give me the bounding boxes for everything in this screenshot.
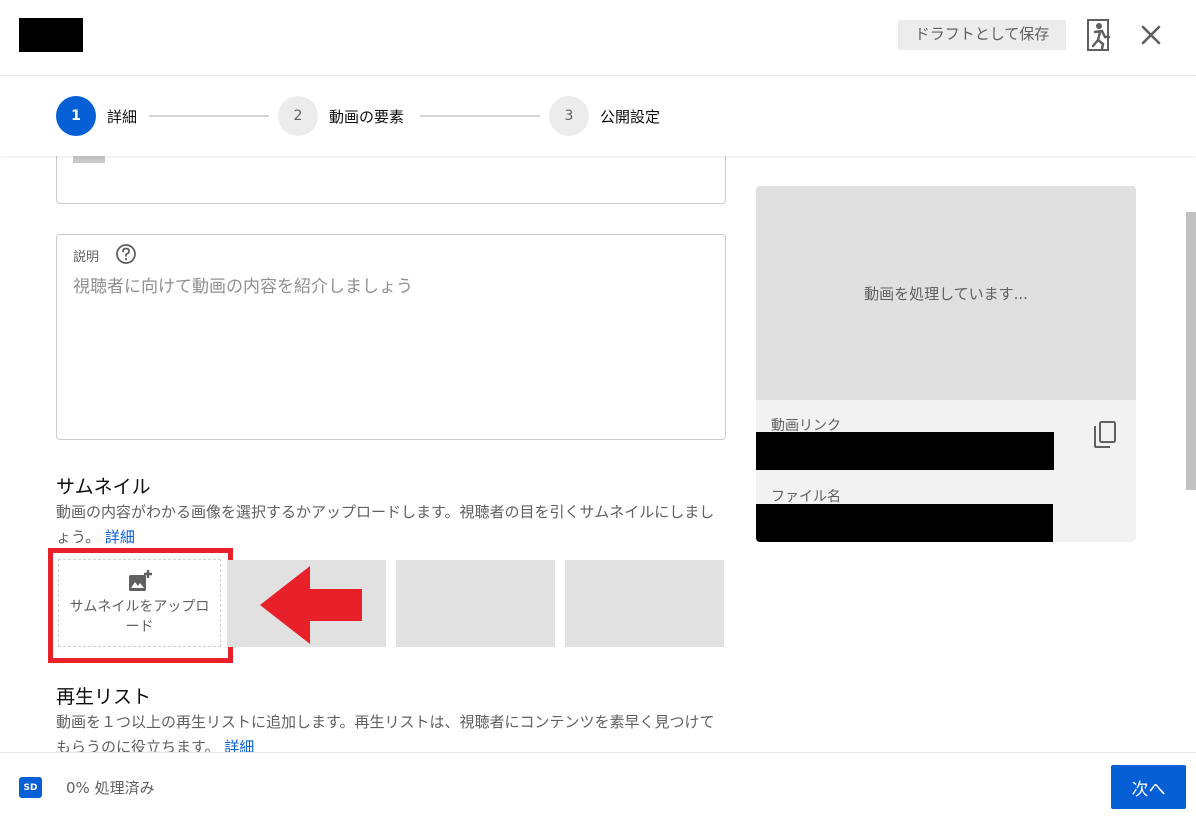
title-text-fragment [73,155,105,163]
dialog-footer: SD 0% 処理済み 次へ [0,752,1196,817]
progress-stepper: 1 詳細 2 動画の要素 3 公開設定 [0,77,1196,156]
sd-quality-icon: SD [19,777,42,798]
redacted-file-name [756,504,1053,542]
step-number: 1 [56,96,96,136]
step-number: 3 [549,96,589,136]
description-label: 説明 [73,250,100,265]
thumbnail-option[interactable] [565,560,724,647]
thumbnail-heading: サムネイル [56,476,151,498]
step-label: 動画の要素 [329,107,405,126]
close-icon[interactable] [1138,22,1164,48]
processing-status: 0% 処理済み [66,779,155,797]
thumbnail-option[interactable] [396,560,555,647]
copy-icon[interactable] [1091,420,1119,450]
step-number: 2 [278,96,318,136]
playlist-text: 動画を１つ以上の再生リストに追加します。再生リストは、視聴者にコンテンツを素早く… [56,713,715,756]
arrow-left-icon [258,564,364,646]
redacted-video-link[interactable] [756,432,1054,470]
step-connector [420,115,540,117]
exit-person-icon[interactable] [1086,18,1114,52]
thumbnail-description: 動画の内容がわかる画像を選択するかアップロードします。視聴者の目を引くサムネイル… [56,500,728,550]
playlist-heading: 再生リスト [56,686,152,708]
step-visibility[interactable]: 3 公開設定 [549,96,660,136]
step-label: 公開設定 [600,107,661,126]
upload-thumbnail-label: サムネイルをアップロード [69,599,210,635]
save-draft-button[interactable]: ドラフトとして保存 [898,20,1066,50]
description-placeholder: 視聴者に向けて動画の内容を紹介しましょう [73,277,413,297]
add-photo-icon [127,569,153,593]
description-field[interactable]: 説明 視聴者に向けて動画の内容を紹介しましょう [56,234,726,440]
step-details[interactable]: 1 詳細 [56,96,137,136]
help-icon[interactable] [115,243,137,265]
file-name-label: ファイル名 [771,489,841,505]
upload-thumbnail-button[interactable]: サムネイルをアップロード [58,559,221,647]
step-label: 詳細 [107,107,138,126]
video-preview-card: 動画を処理しています... 動画リンク ファイル名 [756,186,1136,542]
thumbnail-details-link[interactable]: 詳細 [105,528,135,546]
step-video-elements[interactable]: 2 動画の要素 [278,96,404,136]
scrollbar-thumb[interactable] [1186,212,1196,490]
next-button[interactable]: 次へ [1111,765,1186,809]
video-preview: 動画を処理しています... [756,186,1136,400]
dialog-header: ドラフトとして保存 [0,0,1196,76]
redacted-logo [19,18,83,52]
step-connector [149,115,269,117]
thumbnail-text: 動画の内容がわかる画像を選択するかアップロードします。視聴者の目を引くサムネイル… [56,503,715,546]
